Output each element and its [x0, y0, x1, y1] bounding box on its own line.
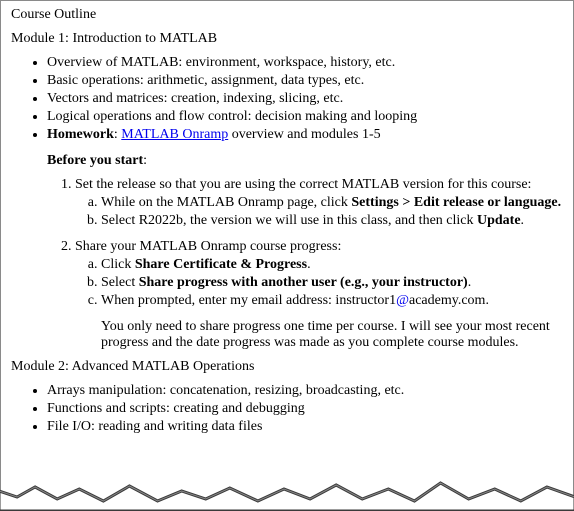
bold-text: Share Certificate & Progress: [135, 257, 307, 272]
step-2-sublist: Click Share Certificate & Progress. Sele…: [75, 257, 563, 309]
text: :: [143, 153, 147, 168]
substep: When prompted, enter my email address: i…: [101, 293, 563, 309]
text: Select R2022b, the version we will use i…: [101, 213, 477, 228]
list-item: Functions and scripts: creating and debu…: [47, 401, 563, 417]
substep: Select R2022b, the version we will use i…: [101, 213, 563, 229]
text: overview and modules 1-5: [228, 127, 380, 142]
list-item: Logical operations and flow control: dec…: [47, 109, 563, 125]
list-item: Arrays manipulation: concatenation, resi…: [47, 383, 563, 399]
text: .: [468, 275, 472, 290]
text: When prompted, enter my email address: i…: [101, 293, 396, 308]
text: Click: [101, 257, 135, 272]
list-item: Overview of MATLAB: environment, workspa…: [47, 55, 563, 71]
list-item: Basic operations: arithmetic, assignment…: [47, 73, 563, 89]
module2-heading: Module 2: Advanced MATLAB Operations: [11, 359, 563, 375]
share-progress-note: You only need to share progress one time…: [101, 319, 563, 351]
before-you-start-label: Before you start: [47, 153, 143, 168]
page-title: Course Outline: [11, 7, 563, 23]
steps-list: Set the release so that you are using th…: [47, 177, 563, 309]
torn-edge-decoration: [0, 477, 574, 511]
text: academy.com.: [409, 293, 489, 308]
text: Select: [101, 275, 139, 290]
email-at-icon: @: [396, 293, 409, 308]
homework-label: Homework: [47, 127, 114, 142]
matlab-onramp-link[interactable]: MATLAB Onramp: [121, 127, 228, 142]
bold-text: Share progress with another user (e.g., …: [139, 275, 468, 290]
step-1-sublist: While on the MATLAB Onramp page, click S…: [75, 195, 563, 229]
module1-bullet-list: Overview of MATLAB: environment, workspa…: [11, 55, 563, 143]
module2-bullet-list: Arrays manipulation: concatenation, resi…: [11, 383, 563, 435]
text: .: [307, 257, 311, 272]
bold-text: Settings > Edit release or language.: [351, 195, 561, 210]
list-item: Vectors and matrices: creation, indexing…: [47, 91, 563, 107]
text: .: [521, 213, 525, 228]
step-1: Set the release so that you are using th…: [75, 177, 563, 229]
module1-heading: Module 1: Introduction to MATLAB: [11, 31, 563, 47]
list-item: File I/O: reading and writing data files: [47, 419, 563, 435]
text: While on the MATLAB Onramp page, click: [101, 195, 351, 210]
before-you-start: Before you start:: [47, 153, 563, 169]
substep: While on the MATLAB Onramp page, click S…: [101, 195, 563, 211]
step-2: Share your MATLAB Onramp course progress…: [75, 239, 563, 309]
step-text: Set the release so that you are using th…: [75, 177, 531, 192]
list-item-homework: Homework: MATLAB Onramp overview and mod…: [47, 127, 563, 143]
step-text: Share your MATLAB Onramp course progress…: [75, 239, 341, 254]
substep: Click Share Certificate & Progress.: [101, 257, 563, 273]
bold-text: Update: [477, 213, 521, 228]
substep: Select Share progress with another user …: [101, 275, 563, 291]
